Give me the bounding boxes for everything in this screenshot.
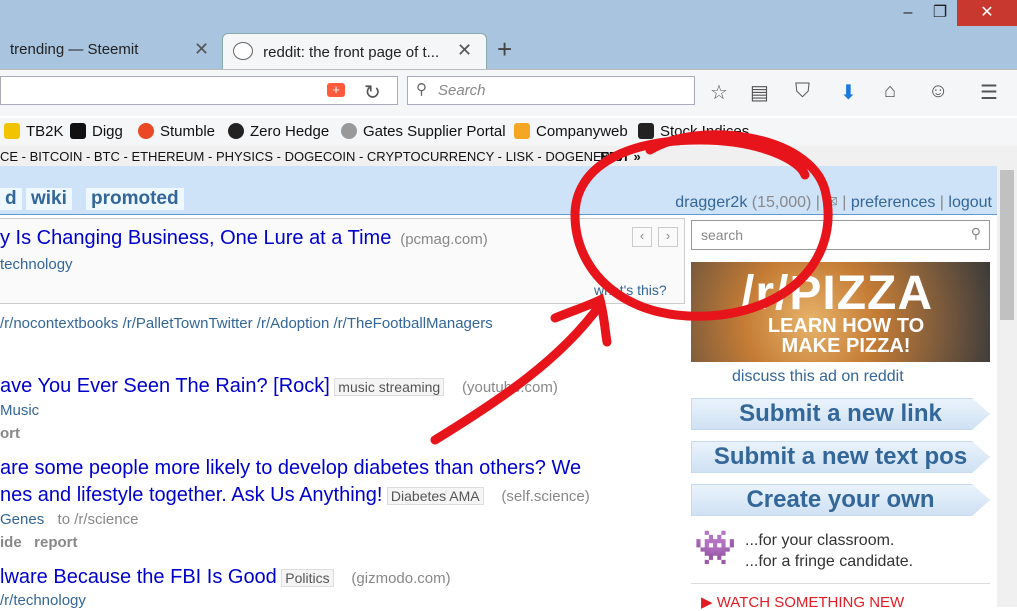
annotation-circle xyxy=(570,130,833,321)
red-annotation-overlay xyxy=(430,130,833,445)
annotation-arrow-head xyxy=(550,293,612,347)
annotation-arrow-shaft xyxy=(430,300,605,445)
